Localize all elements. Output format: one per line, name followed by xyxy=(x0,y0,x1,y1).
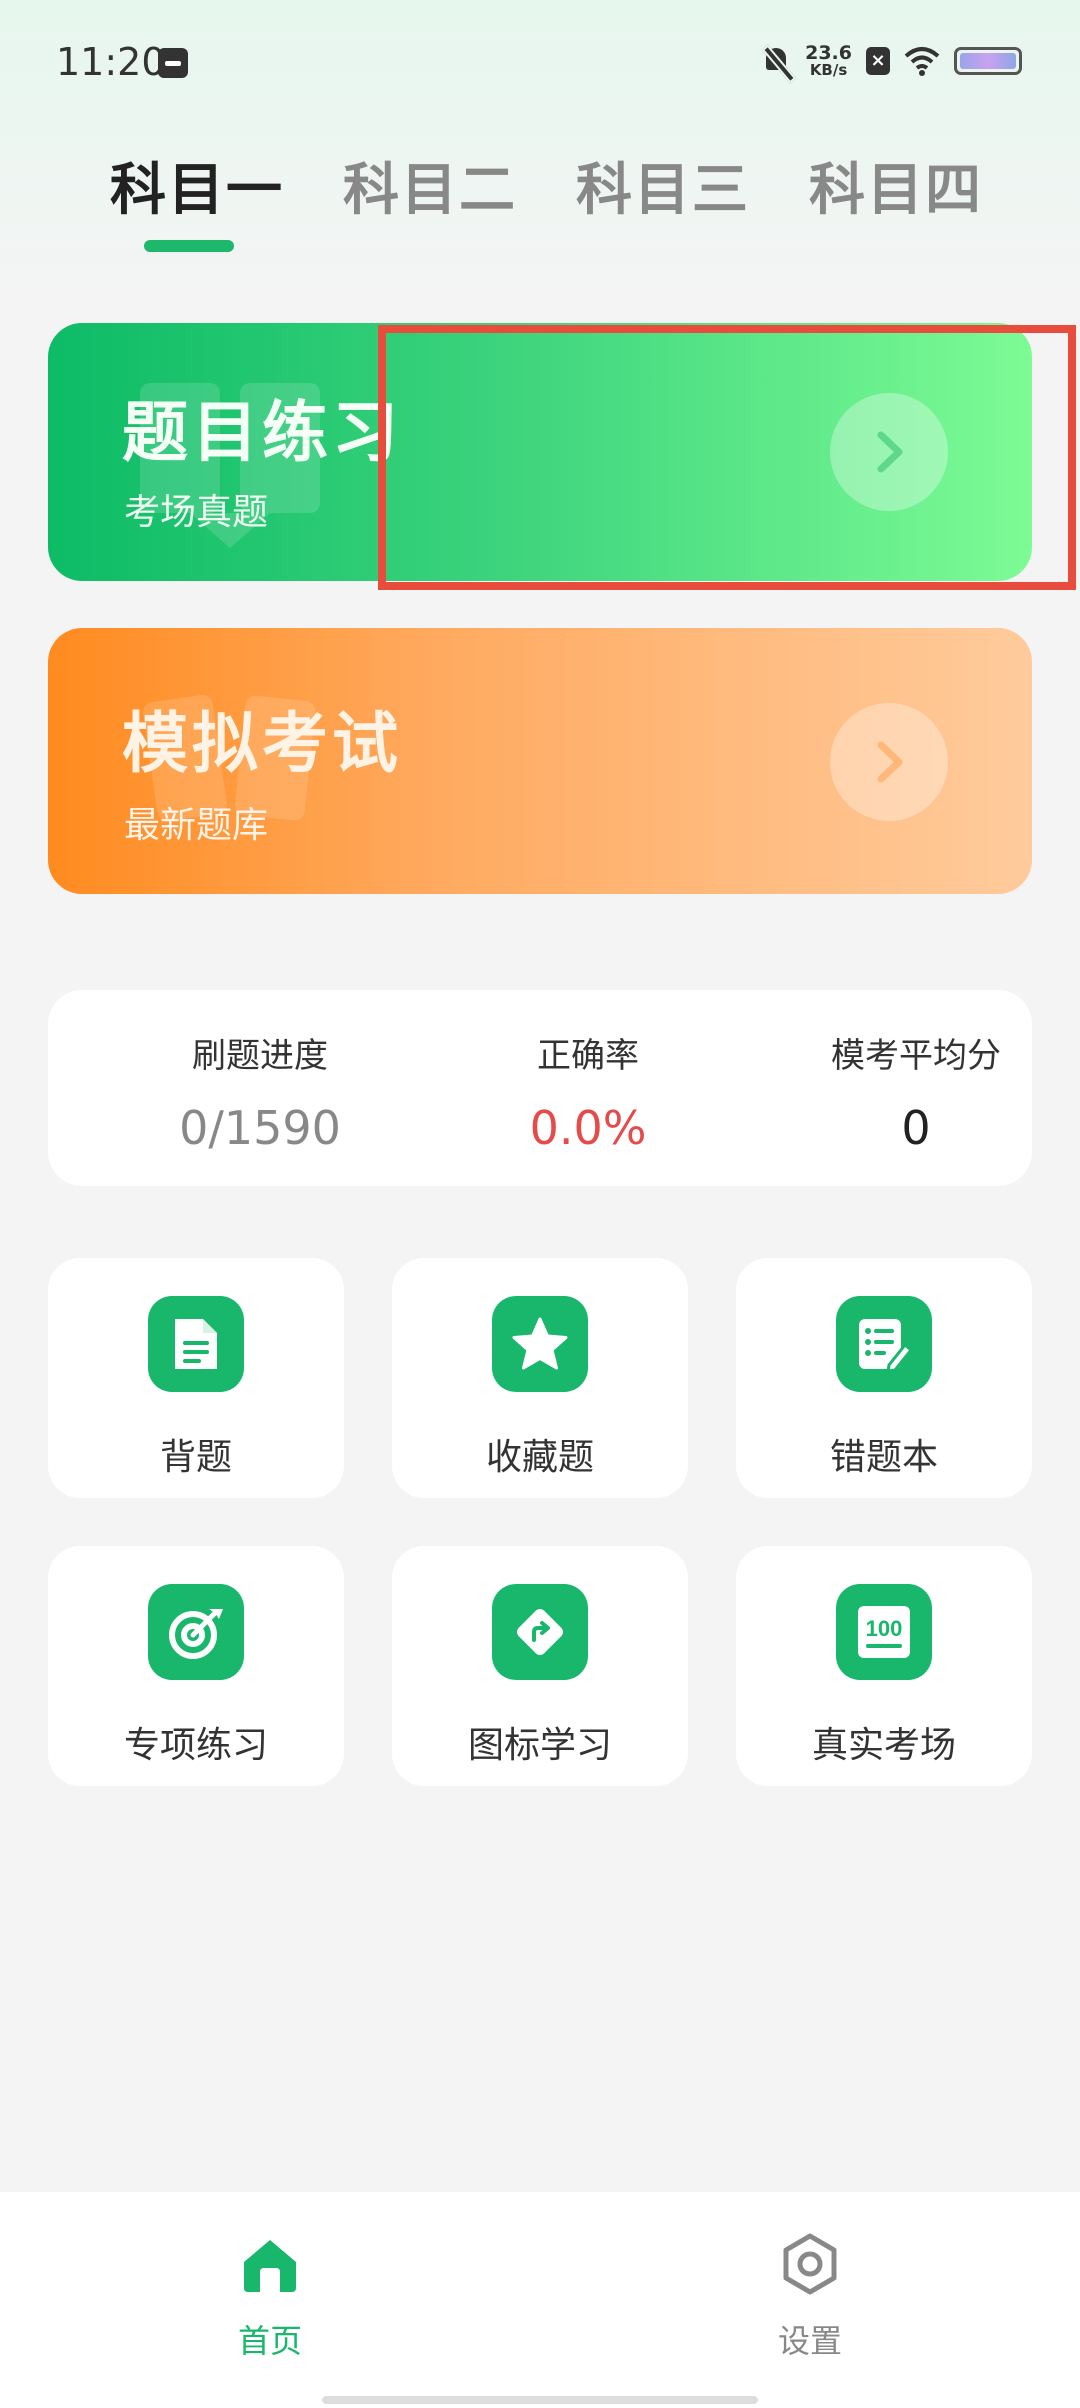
status-icons: 23.6 KB/s × xyxy=(761,44,1022,78)
notification-app-icon xyxy=(158,48,188,78)
net-speed: 23.6 KB/s xyxy=(805,44,852,78)
mock-exam-banner[interactable]: 模拟考试 最新题库 xyxy=(48,628,1032,894)
stat-value: 0/1590 xyxy=(179,1101,341,1155)
tab-subject-1[interactable]: 科目一 xyxy=(110,145,284,226)
bottom-nav: 首页 设置 xyxy=(0,2192,1080,2408)
battery-icon xyxy=(954,47,1022,75)
grid-label: 专项练习 xyxy=(123,1725,268,1766)
stats-card: 刷题进度 0/1590 正确率 0.0% 模考平均分 0 xyxy=(48,990,1032,1186)
grid-label: 背题 xyxy=(159,1437,232,1478)
grid-label: 错题本 xyxy=(829,1437,938,1478)
grid-item-real-exam[interactable]: 100 真实考场 xyxy=(736,1546,1032,1786)
stat-label: 模考平均分 xyxy=(831,1036,1001,1076)
practice-subtitle: 考场真题 xyxy=(124,492,269,533)
stat-progress: 刷题进度 0/1590 xyxy=(110,1028,410,1155)
grid-item-sign-study[interactable]: 图标学习 xyxy=(392,1546,688,1786)
chevron-right-icon xyxy=(877,741,903,783)
status-time: 11:20 xyxy=(56,40,166,84)
nav-item-home[interactable]: 首页 xyxy=(170,2232,370,2362)
nav-label: 首页 xyxy=(237,2322,302,2360)
stat-value: 0 xyxy=(901,1101,931,1155)
grid-label: 真实考场 xyxy=(811,1725,956,1766)
grid-item-special-practice[interactable]: 专项练习 xyxy=(48,1546,344,1786)
mock-exam-subtitle: 最新题库 xyxy=(124,805,269,846)
star-icon xyxy=(492,1296,588,1392)
score-100-icon: 100 xyxy=(836,1584,932,1680)
document-icon xyxy=(148,1296,244,1392)
grid-item-memorize[interactable]: 背题 xyxy=(48,1258,344,1498)
stat-average-score: 模考平均分 0 xyxy=(766,1028,1066,1155)
highlight-annotation-box xyxy=(378,325,1076,590)
tab-subject-4[interactable]: 科目四 xyxy=(809,145,983,226)
grid-item-wrong-book[interactable]: 错题本 xyxy=(736,1258,1032,1498)
status-bar: 11:20 23.6 KB/s × xyxy=(0,0,1080,120)
stat-label: 刷题进度 xyxy=(192,1036,328,1076)
nav-item-settings[interactable]: 设置 xyxy=(710,2232,910,2362)
wifi-icon xyxy=(904,47,940,76)
tab-subject-3[interactable]: 科目三 xyxy=(576,145,750,226)
mock-exam-arrow-button[interactable] xyxy=(830,703,948,821)
nav-label: 设置 xyxy=(777,2322,842,2360)
grid-label: 图标学习 xyxy=(467,1725,612,1766)
road-sign-icon xyxy=(492,1584,588,1680)
stat-value: 0.0% xyxy=(529,1101,647,1155)
tab-indicator xyxy=(144,240,234,252)
tab-subject-2[interactable]: 科目二 xyxy=(343,145,517,226)
mock-exam-title: 模拟考试 xyxy=(122,705,402,782)
subject-tabs: 科目一 科目二 科目三 科目四 xyxy=(0,145,1080,255)
grid-label: 收藏题 xyxy=(485,1437,594,1478)
mute-icon xyxy=(761,44,791,78)
home-indicator xyxy=(322,2396,758,2404)
settings-hexagon-icon xyxy=(783,2233,837,2295)
notebook-edit-icon xyxy=(836,1296,932,1392)
net-speed-unit: KB/s xyxy=(809,61,848,79)
score-100-text: 100 xyxy=(866,1616,903,1641)
target-icon xyxy=(148,1584,244,1680)
practice-title: 题目练习 xyxy=(122,394,402,471)
grid-item-favorites[interactable]: 收藏题 xyxy=(392,1258,688,1498)
home-icon xyxy=(244,2240,296,2292)
stat-accuracy: 正确率 0.0% xyxy=(438,1028,738,1155)
stat-label: 正确率 xyxy=(537,1036,639,1076)
sim-off-icon: × xyxy=(866,47,890,75)
